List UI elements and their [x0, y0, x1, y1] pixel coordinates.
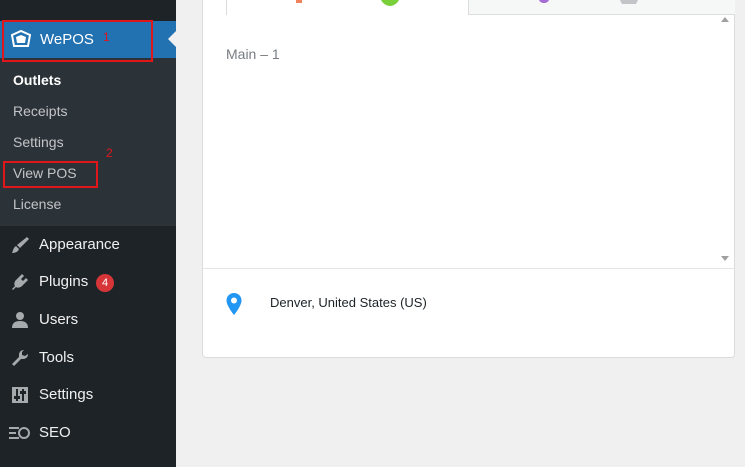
submenu-settings[interactable]: Settings	[13, 134, 64, 150]
current-menu-pointer	[168, 31, 176, 47]
inactive-tabs[interactable]	[469, 0, 735, 15]
annotation-number-2: 2	[106, 146, 113, 160]
menu-item-settings[interactable]: Settings	[0, 377, 176, 413]
card-edge	[202, 0, 226, 15]
menu-label-seo: SEO	[39, 424, 71, 441]
submenu-license[interactable]: License	[13, 196, 61, 212]
menu-label-plugins: Plugins	[39, 273, 89, 290]
tab-icon-purple	[539, 0, 549, 3]
location-pin-icon	[226, 293, 242, 315]
plugin-icon	[12, 274, 28, 290]
menu-item-appearance[interactable]: Appearance	[0, 227, 176, 263]
menu-label-users: Users	[39, 311, 79, 328]
seo-icon	[9, 427, 30, 439]
menu-label-tools: Tools	[39, 349, 75, 366]
wrench-icon	[12, 350, 28, 366]
scroll-down-arrow[interactable]	[721, 256, 729, 261]
outlet-location: Denver, United States (US)	[270, 295, 427, 310]
settings-sliders-icon	[12, 387, 28, 403]
card-divider	[203, 268, 734, 269]
users-icon	[12, 312, 28, 328]
tab-icon-grey	[620, 0, 638, 4]
plugins-update-badge: 4	[96, 274, 114, 292]
tab-icon-orange	[296, 0, 302, 3]
menu-item-users[interactable]: Users	[0, 302, 176, 338]
paintbrush-icon	[12, 237, 29, 253]
menu-item-tools[interactable]: Tools	[0, 340, 176, 376]
scroll-up-arrow[interactable]	[721, 17, 729, 22]
annotation-number-1: 1	[103, 30, 110, 44]
submenu-receipts[interactable]: Receipts	[13, 103, 67, 119]
annotation-box-2	[3, 161, 98, 188]
outlet-name: Main – 1	[226, 46, 280, 62]
annotation-box-1	[2, 20, 153, 62]
menu-label-settings: Settings	[39, 386, 94, 403]
menu-label-appearance: Appearance	[39, 236, 120, 253]
active-tab[interactable]	[226, 0, 469, 16]
submenu-outlets[interactable]: Outlets	[13, 72, 61, 88]
menu-item-plugins[interactable]: Plugins 4	[0, 264, 176, 300]
menu-item-seo[interactable]: SEO	[0, 415, 176, 451]
tab-icon-green	[381, 0, 399, 6]
